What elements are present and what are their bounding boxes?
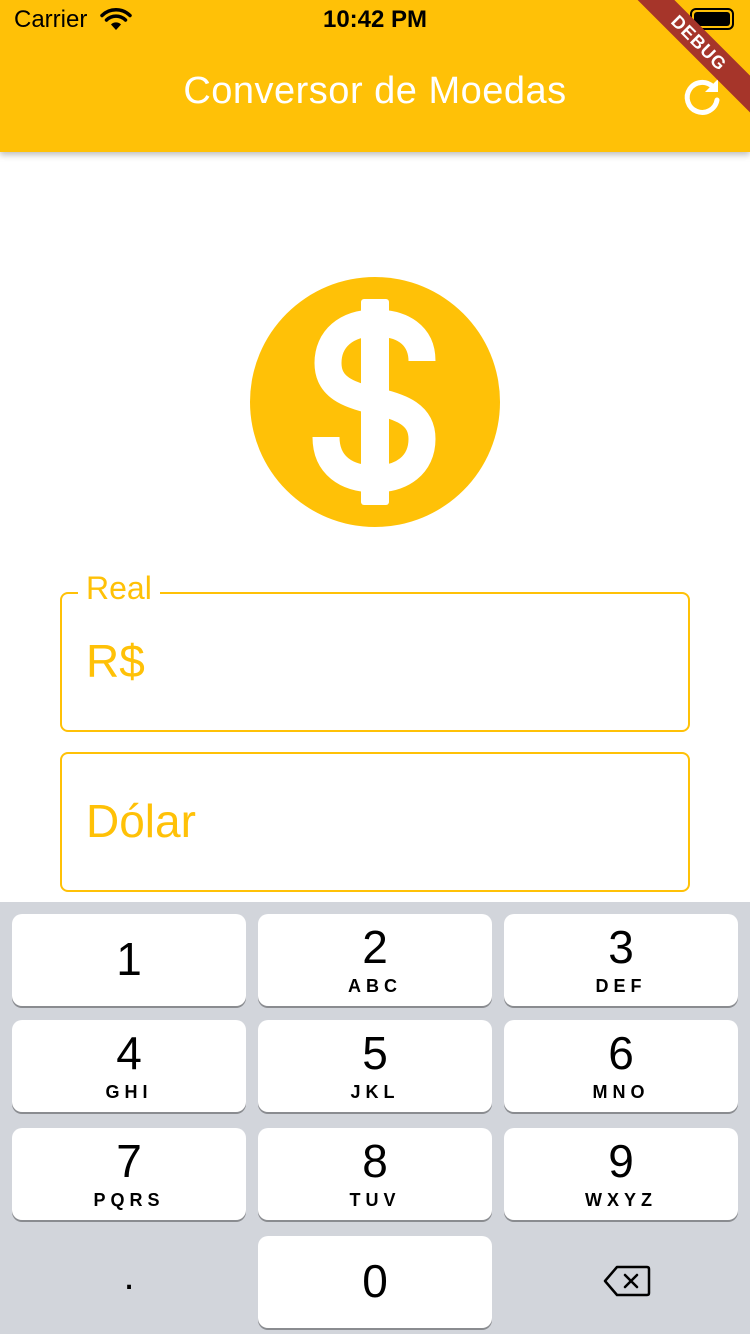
key-number: 9 (608, 1135, 634, 1187)
key-decimal[interactable]: . (12, 1236, 246, 1328)
key-2[interactable]: 2 ABC (258, 914, 492, 1006)
key-letters: PQRS (93, 1190, 165, 1210)
key-letters: ABC (348, 976, 402, 996)
real-prefix: R$ (86, 635, 145, 687)
key-number: 0 (362, 1255, 388, 1307)
key-number: 1 (116, 933, 142, 985)
key-letters: DEF (595, 976, 647, 996)
status-bar: Carrier 10:42 PM (0, 0, 750, 40)
key-3[interactable]: 3 DEF (504, 914, 738, 1006)
key-number: 4 (116, 1027, 142, 1079)
numeric-keyboard: 1 2 ABC 3 DEF 4 GHI 5 JKL 6 MNO 7 PQRS 8… (0, 902, 750, 1334)
key-letters: GHI (105, 1082, 153, 1102)
key-4[interactable]: 4 GHI (12, 1020, 246, 1112)
real-field[interactable]: Real R$ (60, 570, 690, 732)
key-number: 5 (362, 1027, 388, 1079)
status-time: 10:42 PM (322, 6, 428, 33)
key-letters: JKL (350, 1082, 400, 1102)
key-letters: WXYZ (585, 1190, 657, 1210)
key-number: 8 (362, 1135, 388, 1187)
key-9[interactable]: 9 WXYZ (504, 1128, 738, 1220)
dolar-placeholder: Dólar (86, 795, 196, 847)
key-number: 3 (608, 921, 634, 973)
delete-key[interactable] (504, 1236, 738, 1328)
key-letters: MNO (592, 1082, 650, 1102)
key-letters: TUV (349, 1190, 401, 1210)
dollar-coin-icon (250, 277, 500, 527)
key-number: 6 (608, 1027, 634, 1079)
key-8[interactable]: 8 TUV (258, 1128, 492, 1220)
page-title: Conversor de Moedas (183, 70, 567, 112)
backspace-icon (603, 1264, 651, 1303)
app-bar: Carrier 10:42 PM Conversor de Moedas DEB… (0, 0, 750, 152)
key-5[interactable]: 5 JKL (258, 1020, 492, 1112)
key-6[interactable]: 6 MNO (504, 1020, 738, 1112)
key-number: 7 (116, 1135, 142, 1187)
dolar-field[interactable]: Dólar (60, 752, 690, 892)
key-number: 2 (362, 921, 388, 973)
key-0[interactable]: 0 (258, 1236, 492, 1328)
decimal-label: . (123, 1254, 135, 1298)
key-1[interactable]: 1 (12, 914, 246, 1006)
key-7[interactable]: 7 PQRS (12, 1128, 246, 1220)
real-field-label: Real (78, 570, 160, 607)
